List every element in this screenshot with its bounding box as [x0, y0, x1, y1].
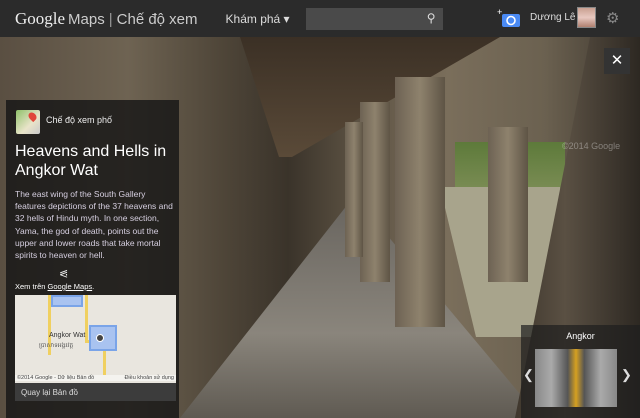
mode-title: Chế độ xem [116, 10, 198, 28]
street-view-icon [16, 110, 40, 134]
gear-icon[interactable]: ⚙ [606, 9, 619, 27]
avatar[interactable] [577, 7, 596, 28]
chevron-right-icon[interactable]: ❯ [621, 367, 632, 383]
google-maps-link[interactable]: Google Maps [48, 282, 93, 291]
back-to-map-button[interactable]: Quay lại Bản đồ [15, 383, 176, 401]
pano-pillar [488, 127, 528, 282]
logo-google: Google [15, 8, 66, 28]
view-on-maps: Xem trên Google Maps. [15, 282, 94, 291]
view-on-label: Xem trên [15, 282, 46, 291]
map-place-local-label: ប្រាសាទអង្គរវត្ត [39, 343, 74, 349]
view-suffix: . [92, 282, 95, 291]
map-block [51, 295, 83, 307]
close-button[interactable]: ✕ [604, 48, 630, 74]
card-mode-label: Chế độ xem phố [46, 115, 113, 125]
share-icon[interactable]: ⪗ [59, 267, 68, 280]
mini-map[interactable]: Angkor Wat ប្រាសាទអង្គរវត្ត ©2014 Google… [15, 295, 176, 383]
add-photo-camera-icon[interactable]: + [497, 8, 521, 28]
carousel-title: Angkor [566, 331, 595, 341]
search-input[interactable] [305, 7, 443, 30]
svg-text:+: + [497, 8, 502, 17]
carousel-thumbnail[interactable] [535, 349, 617, 407]
pano-pillar [395, 77, 445, 327]
map-pin-icon [96, 334, 104, 342]
pano-pillar [360, 102, 390, 282]
pano-pillar [345, 122, 363, 257]
user-name[interactable]: Dương Lê [530, 12, 576, 23]
info-card: Chế độ xem phố Heavens and Hells in Angk… [6, 100, 179, 418]
search-icon[interactable]: ⚲ [427, 11, 436, 25]
explore-menu[interactable]: Khám phá ▾ [226, 12, 290, 26]
logo[interactable]: Google Maps | Chế độ xem [15, 9, 198, 29]
map-place-label: Angkor Wat [49, 332, 86, 339]
map-copyright: ©2014 Google - Dữ liệu Bản đồ [17, 375, 95, 381]
search-box: ⚲ [305, 7, 443, 30]
map-road [85, 295, 88, 340]
photo-carousel: Angkor ❮ ❯ [521, 325, 640, 418]
logo-maps: Maps [68, 10, 105, 28]
card-description: The east wing of the South Gallery featu… [15, 189, 173, 261]
map-terms[interactable]: Điều khoản sử dụng [124, 375, 174, 381]
top-bar: Google Maps | Chế độ xem Khám phá ▾ ⚲ + Dươ… [0, 0, 640, 37]
pano-watermark: ©2014 Google [562, 141, 621, 151]
logo-separator: | [108, 10, 113, 28]
card-title: Heavens and Hells in Angkor Wat [15, 143, 167, 179]
chevron-left-icon[interactable]: ❮ [523, 367, 534, 383]
